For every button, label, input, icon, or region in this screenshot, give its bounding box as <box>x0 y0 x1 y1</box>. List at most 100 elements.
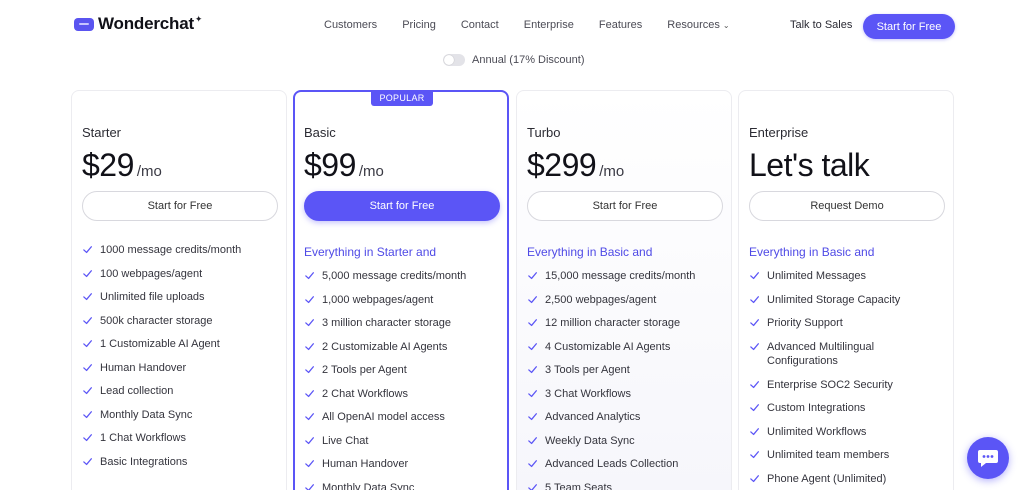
feature-text: Lead collection <box>100 385 174 397</box>
feature-text: 15,000 message credits/month <box>545 270 696 282</box>
feature-text: 2,500 webpages/agent <box>545 293 657 306</box>
check-icon <box>750 319 759 327</box>
start-for-free-button[interactable]: Start for Free <box>304 191 500 221</box>
check-icon <box>83 363 92 371</box>
plan-price: $299 /mo <box>527 147 624 184</box>
plan-card-starter: Starter $29 /mo Start for Free 1000 mess… <box>71 90 287 490</box>
check-icon <box>305 460 314 468</box>
check-icon <box>305 295 314 303</box>
feature-heading: Everything in Basic and <box>749 245 875 259</box>
talk-to-sales-link[interactable]: Talk to Sales <box>790 19 852 31</box>
check-icon <box>83 457 92 465</box>
feature-item: All OpenAI model access <box>304 410 504 424</box>
nav-link-pricing[interactable]: Pricing <box>402 19 436 31</box>
start-for-free-button[interactable]: Start for Free <box>863 14 955 39</box>
feature-item: Human Handover <box>82 361 282 375</box>
logo-chat-icon <box>74 17 94 31</box>
feature-item: 15,000 message credits/month <box>527 269 727 283</box>
feature-item: Monthly Data Sync <box>82 408 282 422</box>
top-nav: Wonderchat ✦ Customers Pricing Contact E… <box>0 0 1024 52</box>
feature-text: Monthly Data Sync <box>322 481 415 490</box>
feature-text: Unlimited Messages <box>767 270 867 282</box>
feature-item: 5 Team Seats <box>527 481 727 490</box>
check-icon <box>528 342 537 350</box>
feature-item: Monthly Data Sync <box>304 481 504 490</box>
check-icon <box>305 319 314 327</box>
check-icon <box>83 246 92 254</box>
popular-badge: POPULAR <box>371 90 433 106</box>
feature-item: Human Handover <box>304 457 504 471</box>
feature-item: 3 million character storage <box>304 316 504 330</box>
check-icon <box>305 389 314 397</box>
feature-item: 2 Tools per Agent <box>304 363 504 377</box>
plan-name: Starter <box>82 125 122 140</box>
check-icon <box>305 436 314 444</box>
feature-text: Enterprise SOC2 Security <box>767 378 893 391</box>
chat-icon <box>978 450 998 467</box>
feature-text: Unlimited Workflows <box>767 425 867 438</box>
feature-heading: Everything in Basic and <box>527 245 653 259</box>
price-amount: $29 <box>82 147 134 183</box>
price-amount: $299 <box>527 147 597 183</box>
feature-text: 2 Customizable AI Agents <box>322 340 448 353</box>
feature-item: Unlimited team members <box>749 448 949 462</box>
check-icon <box>305 272 314 280</box>
check-icon <box>528 366 537 374</box>
plan-name: Basic <box>304 125 336 140</box>
start-for-free-button[interactable]: Start for Free <box>527 191 723 221</box>
check-icon <box>528 413 537 421</box>
plan-price: $29 /mo <box>82 147 162 184</box>
check-icon <box>83 410 92 418</box>
check-icon <box>305 483 314 490</box>
feature-item: 3 Chat Workflows <box>527 387 727 401</box>
feature-item: 4 Customizable AI Agents <box>527 340 727 354</box>
nav-link-resources-label: Resources <box>667 19 720 31</box>
check-icon <box>83 340 92 348</box>
feature-item: Advanced Leads Collection <box>527 457 727 471</box>
feature-item: 2 Customizable AI Agents <box>304 340 504 354</box>
feature-text: Weekly Data Sync <box>545 434 635 447</box>
check-icon <box>750 474 759 482</box>
feature-text: Custom Integrations <box>767 402 866 414</box>
plan-price: Let's talk <box>749 147 870 184</box>
feature-list: 5,000 message credits/month 1,000 webpage… <box>304 269 504 490</box>
feature-item: 12 million character storage <box>527 316 727 330</box>
check-icon <box>83 316 92 324</box>
feature-item: Unlimited Workflows <box>749 425 949 439</box>
check-icon <box>750 272 759 280</box>
feature-text: 1 Customizable AI Agent <box>100 338 220 350</box>
feature-item: 2 Chat Workflows <box>304 387 504 401</box>
start-for-free-button[interactable]: Start for Free <box>82 191 278 221</box>
feature-item: Basic Integrations <box>82 455 282 469</box>
nav-link-features[interactable]: Features <box>599 19 642 31</box>
feature-text: 2 Chat Workflows <box>322 387 408 400</box>
feature-text: 4 Customizable AI Agents <box>545 340 671 353</box>
annual-discount-label: Annual (17% Discount) <box>472 54 585 66</box>
nav-link-contact[interactable]: Contact <box>461 19 499 31</box>
check-icon <box>528 272 537 280</box>
nav-link-customers[interactable]: Customers <box>324 19 377 31</box>
feature-heading: Everything in Starter and <box>304 245 437 259</box>
feature-text: Advanced Multilingual Configurations <box>767 340 875 367</box>
nav-link-enterprise[interactable]: Enterprise <box>524 19 574 31</box>
request-demo-button[interactable]: Request Demo <box>749 191 945 221</box>
feature-text: 3 Tools per Agent <box>545 364 630 376</box>
check-icon <box>750 451 759 459</box>
chat-widget-button[interactable] <box>967 437 1009 479</box>
brand-logo[interactable]: Wonderchat ✦ <box>74 14 202 34</box>
feature-text: 12 million character storage <box>545 317 681 329</box>
feature-item: 2,500 webpages/agent <box>527 293 727 307</box>
check-icon <box>528 389 537 397</box>
feature-text: 500k character storage <box>100 314 213 327</box>
check-icon <box>528 460 537 468</box>
feature-item: Advanced Multilingual Configurations <box>749 340 949 368</box>
nav-link-resources[interactable]: Resources ⌄ <box>667 19 729 31</box>
feature-text: 3 Chat Workflows <box>545 387 631 400</box>
plan-name: Enterprise <box>749 125 809 140</box>
annual-toggle[interactable] <box>443 54 465 66</box>
feature-text: Human Handover <box>100 361 187 374</box>
check-icon <box>83 387 92 395</box>
plan-card-turbo: Turbo $299 /mo Start for Free Everything… <box>516 90 732 490</box>
feature-item: Enterprise SOC2 Security <box>749 378 949 392</box>
check-icon <box>83 269 92 277</box>
